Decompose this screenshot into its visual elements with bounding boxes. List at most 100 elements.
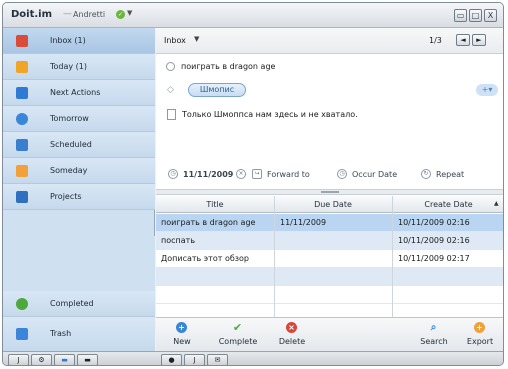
status-bar: J ⚙ ▬ ▬ ● J ✉ xyxy=(3,351,503,365)
main-panel: Inbox ▼ 1/3 ◄ ► поиграть в dragon age ◇ … xyxy=(156,28,503,351)
forward-icon: ↪ xyxy=(252,169,262,179)
column-header-title[interactable]: Title xyxy=(156,200,274,209)
sidebar-item-trash[interactable]: Trash xyxy=(3,317,155,351)
clock-icon: ◷ xyxy=(168,169,178,179)
mail-envelope-button[interactable]: ✉ xyxy=(207,354,228,365)
sidebar-item-scheduled[interactable]: Scheduled xyxy=(3,132,155,158)
grid-header: Title Due Date Create Date ▲ xyxy=(156,196,503,213)
user-name[interactable]: Andretti xyxy=(73,10,105,19)
occur-date-button[interactable]: Occur Date xyxy=(352,170,397,179)
contacts-button[interactable]: J xyxy=(184,354,205,365)
sidebar-item-today[interactable]: Today (1) xyxy=(3,54,155,80)
completed-check-icon xyxy=(16,298,28,310)
forward-to-button[interactable]: Forward to xyxy=(267,170,310,179)
user-menu-caret-icon[interactable]: ▼ xyxy=(127,9,132,17)
sidebar-item-label: Today (1) xyxy=(50,62,88,71)
splitter-grip-icon xyxy=(321,191,339,193)
title-separator: — xyxy=(63,9,72,19)
task-grid: Title Due Date Create Date ▲ поиграть в … xyxy=(156,196,503,317)
new-button[interactable]: + New xyxy=(160,321,204,351)
task-title[interactable]: поиграть в dragon age xyxy=(181,62,275,71)
add-tag-button[interactable]: +▾ xyxy=(476,84,498,96)
sidebar: Inbox (1) Today (1) Next Actions Tomorro… xyxy=(3,28,155,351)
pane-splitter[interactable] xyxy=(156,189,503,195)
table-row[interactable]: Дописать этот обзор 10/11/2009 02:17 xyxy=(156,250,503,268)
occur-date-icon: ◷ xyxy=(337,169,347,179)
sidebar-empty-area xyxy=(3,236,155,291)
cell-title: Дописать этот обзор xyxy=(161,254,249,263)
tag-icon: ◇ xyxy=(167,85,174,95)
repeat-button[interactable]: Repeat xyxy=(436,170,464,179)
sidebar-item-inbox[interactable]: Inbox (1) xyxy=(3,28,155,54)
column-divider xyxy=(274,196,275,317)
sidebar-item-tomorrow[interactable]: Tomorrow xyxy=(3,106,155,132)
repeat-icon: ↻ xyxy=(421,169,431,179)
new-label: New xyxy=(173,337,191,346)
complete-button[interactable]: ✔ Complete xyxy=(216,321,260,351)
sidebar-item-completed[interactable]: Completed xyxy=(3,291,155,317)
sidebar-item-projects[interactable]: Projects xyxy=(3,184,155,210)
delete-label: Delete xyxy=(278,337,306,346)
sync-contact-button[interactable]: J xyxy=(8,354,29,365)
next-task-button[interactable]: ► xyxy=(472,34,486,46)
sidebar-item-label: Tomorrow xyxy=(50,114,89,123)
projects-icon xyxy=(16,191,28,203)
prev-task-button[interactable]: ◄ xyxy=(456,34,470,46)
task-meta-row: ◷ 11/11/2009 × ↪ Forward to ◷ Occur Date… xyxy=(156,167,503,187)
complete-check-icon: ✔ xyxy=(232,321,243,334)
today-star-icon xyxy=(16,61,28,73)
title-bar[interactable]: Doit.im — Andretti ✓ ▼ ▭ □ X xyxy=(3,3,503,28)
someday-folder-icon xyxy=(16,165,28,177)
sidebar-item-label: Completed xyxy=(50,299,94,308)
table-row-empty xyxy=(156,286,503,304)
inbox-icon xyxy=(16,35,28,47)
sidebar-item-next-actions[interactable]: Next Actions xyxy=(3,80,155,106)
table-row[interactable]: поиграть в dragon age 11/11/2009 10/11/2… xyxy=(156,214,503,232)
export-button[interactable]: + Export xyxy=(458,321,502,351)
task-note[interactable]: Только Шмоппса нам здесь и не хватало. xyxy=(182,110,358,119)
new-plus-icon: + xyxy=(176,322,187,333)
view-list-button[interactable]: ▬ xyxy=(54,354,75,365)
column-header-due-date[interactable]: Due Date xyxy=(274,200,392,209)
box-selector[interactable]: Inbox xyxy=(164,36,186,45)
scheduled-calendar-icon xyxy=(16,139,28,151)
sidebar-item-someday[interactable]: Someday xyxy=(3,158,155,184)
cell-title: поспать xyxy=(161,236,196,245)
next-actions-icon xyxy=(16,87,28,99)
search-label: Search xyxy=(420,337,448,346)
search-button[interactable]: ⌕ Search xyxy=(412,321,456,351)
due-date-value[interactable]: 11/11/2009 xyxy=(183,170,233,179)
trash-icon xyxy=(16,328,28,340)
settings-gear-button[interactable]: ⚙ xyxy=(31,354,52,365)
cell-title: поиграть в dragon age xyxy=(161,218,256,227)
clear-date-icon[interactable]: × xyxy=(236,169,246,179)
view-compact-button[interactable]: ▬ xyxy=(77,354,98,365)
column-header-create-date[interactable]: Create Date xyxy=(392,200,503,209)
chevron-down-icon[interactable]: ▼ xyxy=(194,35,199,43)
pager-count: 1/3 xyxy=(429,36,442,45)
tag-pill[interactable]: Шмопис xyxy=(188,83,246,97)
maximize-button[interactable]: □ xyxy=(469,9,482,22)
table-row-empty xyxy=(156,268,503,286)
cell-create-date: 10/11/2009 02:17 xyxy=(398,254,470,263)
window-controls: ▭ □ X xyxy=(454,9,497,22)
delete-button[interactable]: × Delete xyxy=(270,321,314,351)
complete-label: Complete xyxy=(218,337,258,346)
sidebar-item-label: Inbox (1) xyxy=(50,36,86,45)
chat-bubble-button[interactable]: ● xyxy=(161,354,182,365)
search-icon: ⌕ xyxy=(430,322,437,333)
sidebar-item-label: Scheduled xyxy=(50,140,92,149)
table-row[interactable]: поспать 10/11/2009 02:16 xyxy=(156,232,503,250)
close-button[interactable]: X xyxy=(484,9,497,22)
tomorrow-icon xyxy=(16,113,28,125)
online-status-icon: ✓ xyxy=(116,10,125,19)
export-icon: + xyxy=(474,322,485,333)
export-label: Export xyxy=(466,337,494,346)
sidebar-item-label: Projects xyxy=(50,192,82,201)
cell-due-date: 11/11/2009 xyxy=(280,218,327,227)
minimize-button[interactable]: ▭ xyxy=(454,9,467,22)
cell-create-date: 10/11/2009 02:16 xyxy=(398,218,470,227)
sidebar-item-label: Someday xyxy=(50,166,88,175)
app-title: Doit.im xyxy=(11,9,53,20)
task-complete-radio[interactable] xyxy=(166,62,175,71)
